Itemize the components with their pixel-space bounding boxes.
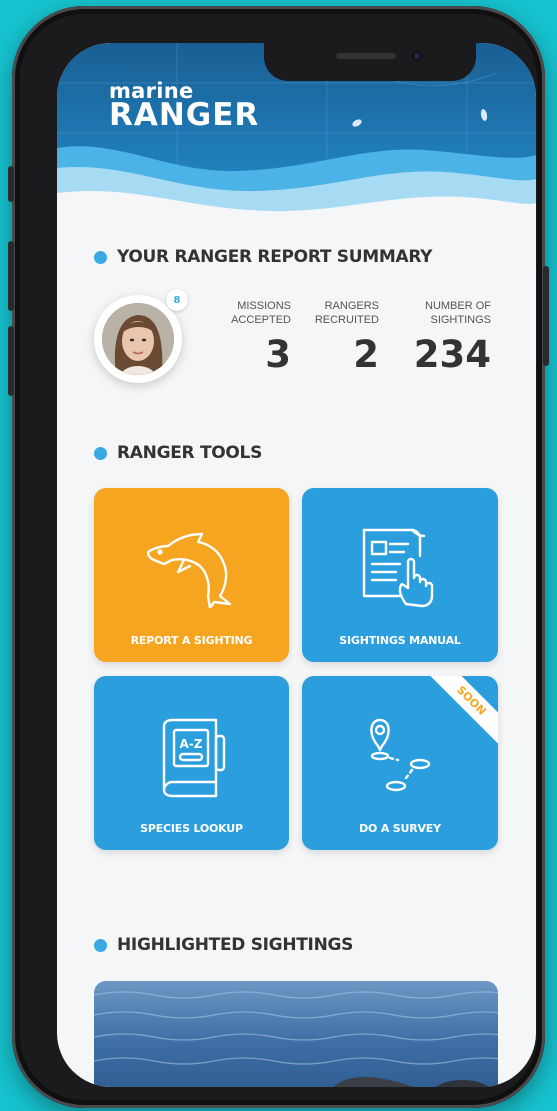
stat-sightings: NUMBER OF SIGHTINGS 234 (395, 299, 491, 375)
stat-value: 234 (413, 333, 491, 376)
species-lookup-tile[interactable]: A-Z SPECIES LOOKUP (94, 676, 289, 850)
svg-text:A-Z: A-Z (180, 737, 203, 751)
summary-title: YOUR RANGER REPORT SUMMARY (117, 247, 433, 267)
camera (412, 51, 422, 61)
notification-badge[interactable]: 8 (166, 289, 188, 311)
report-sighting-tile[interactable]: REPORT A SIGHTING (94, 488, 289, 662)
power-button (543, 266, 549, 366)
route-pin-icon (370, 718, 431, 792)
logo-line2: RANGER (109, 97, 260, 133)
notch (264, 43, 476, 81)
highlights-section-title: HIGHLIGHTED SIGHTINGS (94, 935, 353, 955)
tools-section-title: RANGER TOOLS (94, 443, 262, 463)
stat-label: NUMBER OF SIGHTINGS (425, 300, 491, 326)
speaker (336, 53, 396, 59)
do-survey-tile[interactable]: SOON DO A SURVEY (302, 676, 498, 850)
app-screen: marine RANGER YOUR RANGER REPORT SUMMARY (57, 43, 536, 1087)
bullet-dot-icon (94, 938, 107, 952)
bullet-dot-icon (94, 446, 107, 460)
stat-value: 2 (353, 333, 379, 376)
stat-label: RANGERS RECRUITED (314, 300, 379, 326)
mute-switch (8, 166, 14, 202)
volume-down-button (8, 326, 14, 396)
stat-missions: MISSIONS ACCEPTED 3 (227, 299, 291, 375)
summary-section-title: YOUR RANGER REPORT SUMMARY (94, 247, 432, 267)
stat-value: 3 (265, 333, 291, 376)
profile-avatar[interactable]: 8 (94, 289, 188, 383)
stat-label: MISSIONS ACCEPTED (231, 300, 291, 326)
stat-rangers: RANGERS RECRUITED 2 (307, 299, 379, 375)
manual-touch-icon (362, 528, 434, 608)
bullet-dot-icon (94, 250, 107, 264)
tile-label: DO A SURVEY (359, 822, 441, 835)
highlight-photo[interactable] (94, 981, 498, 1087)
az-book-icon: A-Z (162, 718, 226, 798)
volume-up-button (8, 241, 14, 311)
dolphin-icon (146, 532, 232, 608)
tile-label: REPORT A SIGHTING (130, 634, 253, 647)
tools-title: RANGER TOOLS (117, 443, 263, 463)
tile-label: SPECIES LOOKUP (140, 822, 243, 835)
tile-label: SIGHTINGS MANUAL (339, 634, 461, 647)
phone-frame: marine RANGER YOUR RANGER REPORT SUMMARY (8, 6, 549, 1108)
avatar-portrait-icon (102, 303, 174, 375)
app-logo[interactable]: marine RANGER (109, 81, 259, 131)
sea-photo-icon (94, 981, 498, 1087)
sightings-manual-tile[interactable]: SIGHTINGS MANUAL (302, 488, 498, 662)
highlights-title: HIGHLIGHTED SIGHTINGS (117, 935, 354, 955)
avatar-photo (102, 303, 174, 375)
